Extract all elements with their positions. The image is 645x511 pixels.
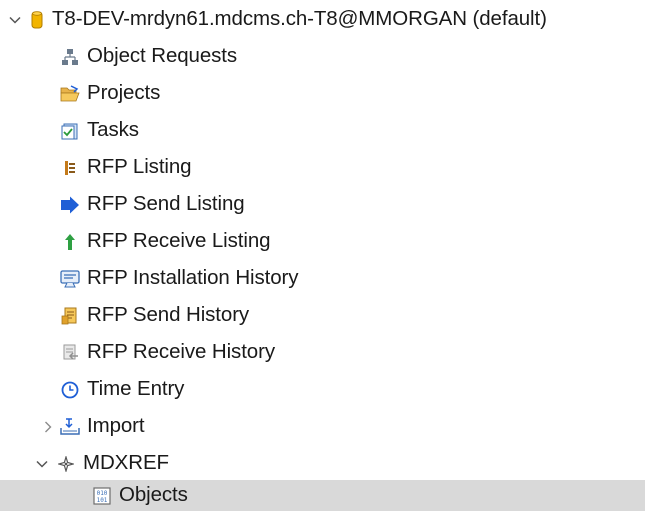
tree-item-label: RFP Installation History [87, 266, 299, 290]
tree-item-projects[interactable]: Projects [0, 75, 645, 112]
clock-icon [60, 380, 80, 400]
tree-item-import[interactable]: Import [0, 408, 645, 445]
mdxref-icon [56, 454, 76, 474]
tree-root-label: T8-DEV-mrdyn61.mdcms.ch-T8@MMORGAN (defa… [52, 7, 547, 31]
tree-item-tasks[interactable]: Tasks [0, 112, 645, 149]
import-tray-icon [60, 417, 80, 437]
tree-item-label: Projects [87, 81, 161, 105]
tree-item-label: RFP Send Listing [87, 192, 245, 216]
hierarchy-icon [60, 47, 80, 67]
database-icon [30, 10, 44, 30]
history-receive-icon [60, 343, 80, 363]
tree-root-row[interactable]: T8-DEV-mrdyn61.mdcms.ch-T8@MMORGAN (defa… [0, 1, 645, 38]
svg-text:101: 101 [97, 496, 108, 503]
tree-item-label: RFP Listing [87, 155, 192, 179]
folder-open-icon [60, 84, 80, 104]
arrow-right-icon [60, 195, 80, 215]
tree-item-time-entry[interactable]: Time Entry [0, 371, 645, 408]
monitor-icon [60, 269, 80, 289]
tree-item-label: MDXREF [83, 451, 169, 475]
tree-item-mdxref[interactable]: MDXREF [0, 445, 645, 482]
tree-item-label: RFP Receive Listing [87, 229, 271, 253]
chevron-down-icon[interactable] [34, 456, 50, 472]
object-tree: T8-DEV-mrdyn61.mdcms.ch-T8@MMORGAN (defa… [0, 0, 645, 511]
arrow-up-icon [60, 232, 80, 252]
tree-item-rfp-listing[interactable]: RFP Listing [0, 149, 645, 186]
chevron-down-icon[interactable] [7, 12, 23, 28]
tree-item-label: Object Requests [87, 44, 238, 68]
tree-item-objects[interactable]: 010 101 Objects [0, 480, 645, 511]
tree-item-rfp-send-history[interactable]: RFP Send History [0, 297, 645, 334]
tree-item-label: RFP Receive History [87, 340, 275, 364]
tree-item-rfp-receive-listing[interactable]: RFP Receive Listing [0, 223, 645, 260]
tree-item-label: RFP Send History [87, 303, 250, 327]
history-send-icon [60, 306, 80, 326]
tree-item-label: Objects [119, 483, 188, 507]
tree-item-label: Tasks [87, 118, 139, 142]
tree-item-rfp-receive-history[interactable]: RFP Receive History [0, 334, 645, 371]
task-list-icon [60, 121, 80, 141]
tree-item-label: Import [87, 414, 145, 438]
chevron-right-icon[interactable] [40, 419, 56, 435]
tree-item-rfp-installation-history[interactable]: RFP Installation History [0, 260, 645, 297]
tree-item-rfp-send-listing[interactable]: RFP Send Listing [0, 186, 645, 223]
list-columns-icon [60, 158, 80, 178]
binary-grid-icon: 010 101 [92, 486, 112, 506]
tree-item-object-requests[interactable]: Object Requests [0, 38, 645, 75]
tree-item-label: Time Entry [87, 377, 185, 401]
